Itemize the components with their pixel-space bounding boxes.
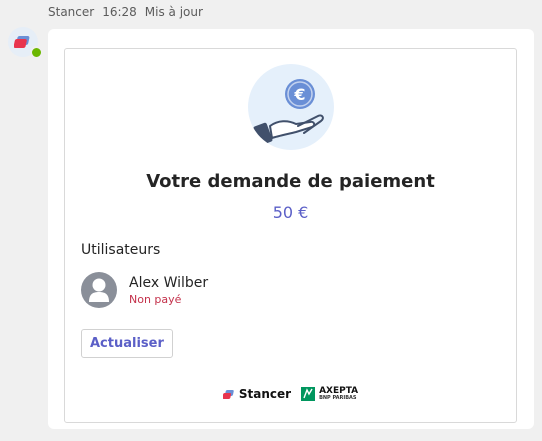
refresh-button[interactable]: Actualiser (81, 329, 173, 358)
edited-label: Mis à jour (144, 5, 203, 19)
axepta-brand: AXEPTA BNP PARIBAS (301, 387, 358, 401)
users-section-label: Utilisateurs (81, 242, 161, 258)
payment-title: Votre demande de paiement (146, 171, 435, 192)
payment-status: Non payé (129, 292, 182, 306)
user-avatar-icon (81, 272, 117, 308)
sender-name[interactable]: Stancer (48, 5, 94, 19)
message-time: 16:28 (102, 5, 137, 19)
message-bubble: € Votre demande de paiement 50 € Utilisa… (48, 29, 534, 429)
user-item: Alex Wilber Non payé (81, 272, 208, 308)
message-header: Stancer 16:28 Mis à jour (48, 5, 203, 19)
stancer-brand: Stancer (222, 387, 292, 401)
bnp-logo-icon (301, 387, 316, 401)
hand-holding-euro-icon: € (248, 64, 334, 150)
user-name: Alex Wilber (129, 274, 209, 291)
online-status-dot (30, 46, 43, 59)
footer-brands: Stancer AXEPTA BNP PARIBAS (65, 387, 516, 401)
stancer-label: Stancer (238, 387, 292, 401)
payment-amount: 50 € (272, 203, 309, 222)
svg-text:€: € (293, 85, 305, 104)
payment-card: € Votre demande de paiement 50 € Utilisa… (64, 48, 517, 423)
axepta-sub-label: BNP PARIBAS (319, 395, 357, 401)
stancer-logo-icon (14, 36, 30, 48)
stancer-logo-icon (222, 389, 234, 399)
